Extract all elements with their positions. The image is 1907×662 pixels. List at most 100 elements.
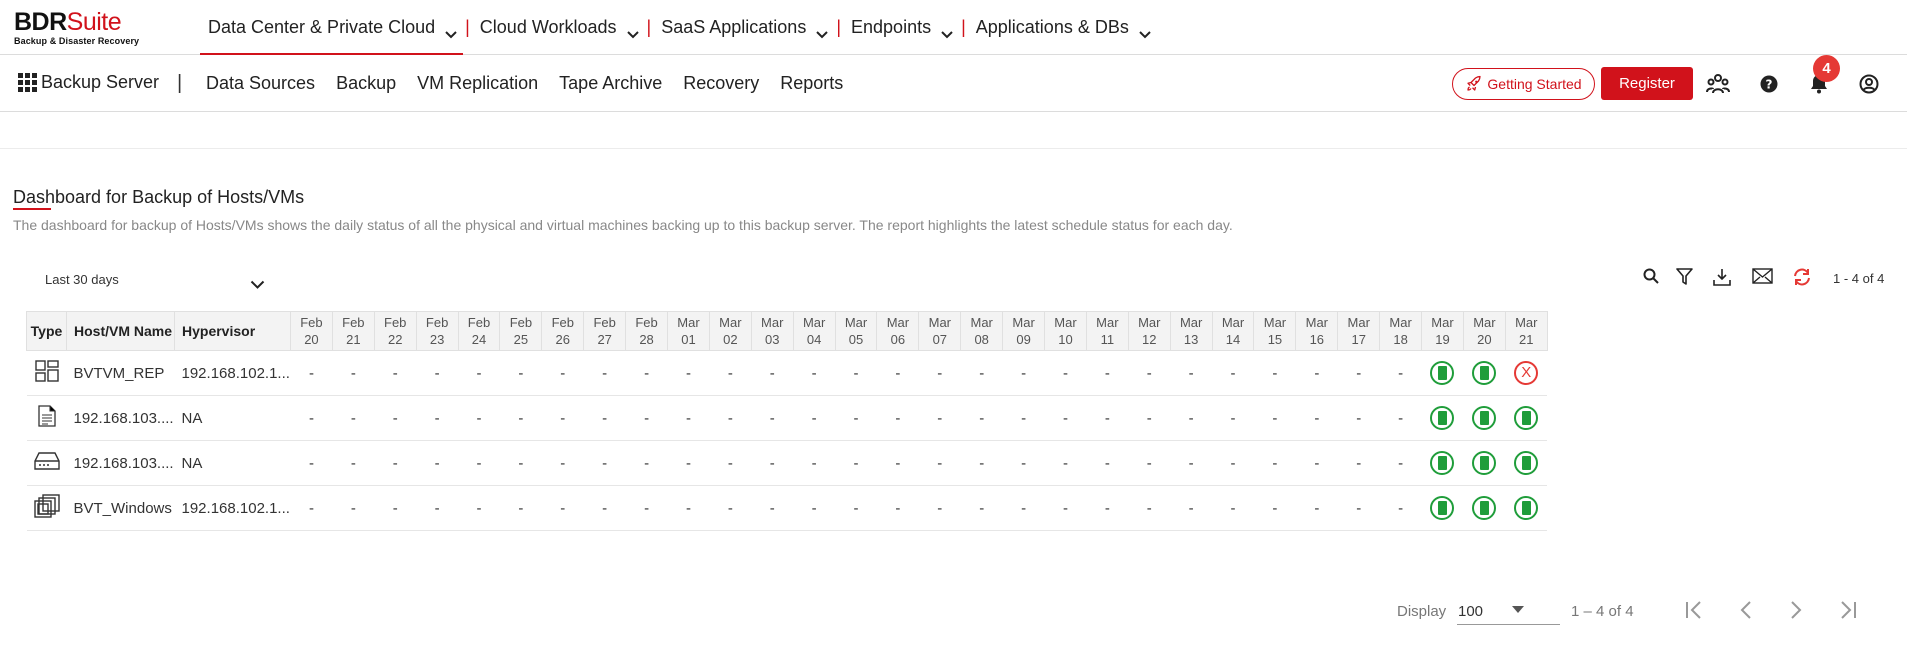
status-failed-icon[interactable]: X bbox=[1514, 361, 1539, 385]
module-nav: Data Sources Backup VM Replication Tape Arc… bbox=[206, 73, 864, 94]
download-icon[interactable] bbox=[1713, 268, 1731, 288]
help-icon[interactable]: ? bbox=[1757, 72, 1781, 96]
topnav-item-saas-applications[interactable]: SaaS Applications bbox=[653, 0, 834, 55]
date-month: Feb bbox=[300, 315, 323, 330]
status-success-icon[interactable] bbox=[1472, 451, 1497, 475]
date-column-header: Mar 11 bbox=[1085, 311, 1129, 351]
backup-server-label: Backup Server bbox=[41, 72, 160, 92]
filter-icon[interactable] bbox=[1676, 268, 1693, 288]
apps-grid-icon[interactable] bbox=[18, 73, 37, 92]
search-icon[interactable] bbox=[1643, 268, 1659, 288]
email-icon[interactable] bbox=[1752, 268, 1773, 288]
date-column-header: Feb 25 bbox=[499, 311, 543, 351]
divider bbox=[0, 148, 1907, 149]
topnav-label: SaaS Applications bbox=[661, 17, 807, 37]
hyper-v-icon bbox=[26, 350, 67, 396]
status-cell[interactable] bbox=[1505, 440, 1548, 486]
subnav-item-reports[interactable]: Reports bbox=[780, 73, 843, 94]
status-empty: - bbox=[458, 350, 500, 396]
caret-down-icon bbox=[1512, 606, 1524, 613]
previous-page-icon[interactable] bbox=[1733, 598, 1759, 622]
status-success-icon[interactable] bbox=[1430, 496, 1455, 520]
next-page-icon[interactable] bbox=[1783, 598, 1809, 622]
logo-tagline: Backup & Disaster Recovery bbox=[14, 36, 140, 46]
status-empty: - bbox=[541, 395, 584, 441]
table-row[interactable]: 192.168.103.... NA - - - - - - - - - - - - - - - - - - - - - - -… bbox=[26, 440, 1548, 486]
date-month: Mar bbox=[928, 315, 951, 330]
subnav-item-vm-replication[interactable]: VM Replication bbox=[417, 73, 538, 94]
date-day: 27 bbox=[597, 332, 612, 347]
date-month: Mar bbox=[1431, 315, 1454, 330]
table-row[interactable]: BVTVM_REP 192.168.102.1... - - - - - - - - - - - - - - -… bbox=[26, 350, 1548, 396]
subnav-item-backup[interactable]: Backup bbox=[336, 73, 396, 94]
page-size-select[interactable]: 100 bbox=[1457, 596, 1560, 625]
host-vm-name[interactable]: 192.168.103.... bbox=[66, 395, 175, 441]
status-success-icon[interactable] bbox=[1430, 451, 1455, 475]
topnav-separator: | bbox=[465, 17, 470, 37]
status-empty: - bbox=[1002, 395, 1045, 441]
status-success-icon[interactable] bbox=[1472, 406, 1497, 430]
status-success-icon[interactable] bbox=[1514, 406, 1539, 430]
topnav-item-applications-dbs[interactable]: Applications & DBs bbox=[968, 0, 1157, 55]
subnav-item-tape-archive[interactable]: Tape Archive bbox=[559, 73, 662, 94]
status-cell[interactable] bbox=[1463, 440, 1506, 486]
status-empty: - bbox=[1379, 440, 1422, 486]
topnav-item-data-center-private-cloud[interactable]: Data Center & Private Cloud bbox=[200, 0, 464, 55]
date-range-select[interactable]: Last 30 days bbox=[45, 272, 119, 287]
host-vm-name[interactable]: BVTVM_REP bbox=[66, 350, 175, 396]
last-page-icon[interactable] bbox=[1834, 598, 1860, 622]
status-success-icon[interactable] bbox=[1430, 361, 1455, 385]
date-day: 23 bbox=[429, 332, 445, 347]
date-column-header: Mar 21 bbox=[1504, 311, 1548, 351]
status-empty: - bbox=[290, 350, 333, 396]
status-success-icon[interactable] bbox=[1472, 361, 1497, 385]
topnav-label: Endpoints bbox=[851, 17, 932, 37]
table-row[interactable]: BVT_Windows 192.168.102.1... - - - - - - - - - - - - -… bbox=[26, 485, 1548, 531]
date-month: Feb bbox=[467, 315, 491, 330]
status-cell[interactable] bbox=[1505, 395, 1548, 441]
backup-server-menu[interactable]: Backup Server bbox=[18, 72, 159, 93]
date-column-header: Mar 12 bbox=[1127, 311, 1171, 351]
user-account-icon[interactable] bbox=[1857, 72, 1881, 96]
chevron-down-icon[interactable] bbox=[250, 277, 265, 295]
status-empty: - bbox=[1212, 485, 1254, 531]
date-month: Mar bbox=[1179, 315, 1203, 330]
first-page-icon[interactable] bbox=[1682, 598, 1708, 622]
date-day: 21 bbox=[346, 332, 361, 347]
status-empty: - bbox=[876, 485, 919, 531]
subnav-item-data-sources[interactable]: Data Sources bbox=[206, 73, 315, 94]
status-cell[interactable] bbox=[1463, 485, 1506, 531]
status-cell[interactable] bbox=[1421, 395, 1464, 441]
status-cell[interactable]: X bbox=[1505, 350, 1548, 396]
status-cell[interactable] bbox=[1463, 395, 1506, 441]
column-header: Host/VM Name bbox=[66, 311, 175, 351]
status-empty: - bbox=[835, 350, 877, 396]
chevron-down-icon bbox=[445, 23, 457, 38]
status-cell[interactable] bbox=[1505, 485, 1548, 531]
status-success-icon[interactable] bbox=[1514, 496, 1539, 520]
date-month: Mar bbox=[1138, 315, 1161, 330]
status-cell[interactable] bbox=[1463, 350, 1506, 396]
table-row[interactable]: 192.168.103.... NA - - - - - - - - - - - - - - - - - - - - - - -… bbox=[26, 395, 1548, 441]
status-cell[interactable] bbox=[1421, 440, 1464, 486]
status-empty: - bbox=[374, 440, 417, 486]
getting-started-button[interactable]: Getting Started bbox=[1452, 68, 1595, 100]
status-success-icon[interactable] bbox=[1430, 406, 1455, 430]
bdrsuite-logo[interactable]: BDRSuite Backup & Disaster Recovery bbox=[14, 9, 139, 46]
date-column-header: Feb 24 bbox=[457, 311, 501, 351]
refresh-icon[interactable] bbox=[1792, 268, 1812, 288]
status-success-icon[interactable] bbox=[1472, 496, 1497, 520]
status-cell[interactable] bbox=[1421, 350, 1464, 396]
date-day: 05 bbox=[848, 332, 864, 347]
topnav-item-cloud-workloads[interactable]: Cloud Workloads bbox=[472, 0, 645, 55]
host-vm-name[interactable]: 192.168.103.... bbox=[66, 440, 175, 486]
topnav-label: Cloud Workloads bbox=[479, 17, 617, 37]
subnav-item-recovery[interactable]: Recovery bbox=[683, 73, 759, 94]
topnav-item-endpoints[interactable]: Endpoints bbox=[843, 0, 959, 55]
status-success-icon[interactable] bbox=[1514, 451, 1539, 475]
users-group-icon[interactable] bbox=[1706, 72, 1730, 96]
module-navigation-bar: Backup Server | Data Sources Backup VM Rep… bbox=[0, 56, 1907, 112]
status-cell[interactable] bbox=[1421, 485, 1464, 531]
host-vm-name[interactable]: BVT_Windows bbox=[66, 485, 175, 531]
register-button[interactable]: Register bbox=[1601, 67, 1693, 100]
